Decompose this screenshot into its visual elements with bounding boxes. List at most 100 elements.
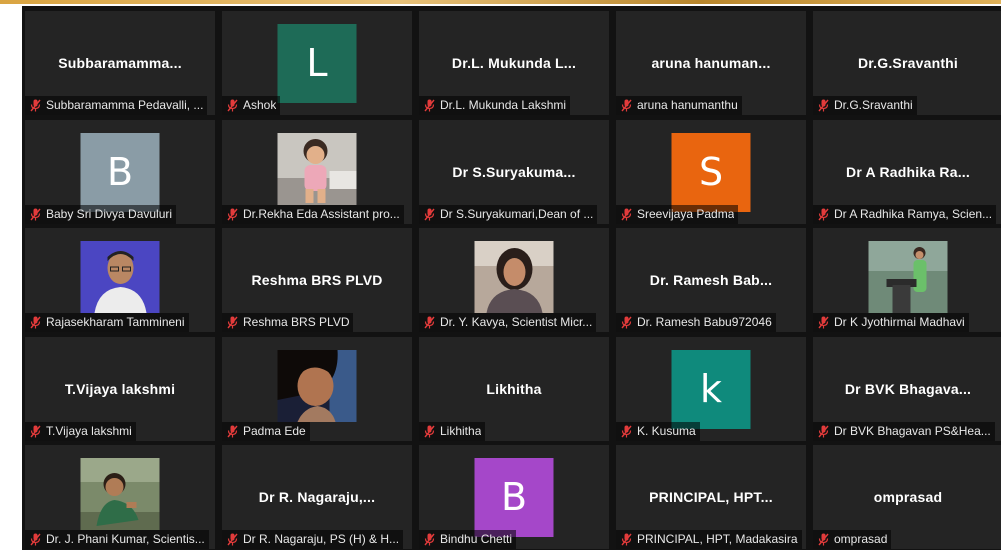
participant-tile[interactable]: Dr. Y. Kavya, Scientist Micr... bbox=[419, 228, 609, 332]
mic-muted-icon bbox=[818, 533, 829, 546]
participant-name-label: aruna hanumanthu bbox=[616, 96, 742, 115]
participant-tile[interactable]: Dr.Rekha Eda Assistant pro... bbox=[222, 119, 412, 224]
participant-name-label: Dr.L. Mukunda Lakshmi bbox=[419, 96, 571, 115]
participant-tile[interactable]: PRINCIPAL, HPT... PRINCIPAL, HPT, Madakas… bbox=[616, 445, 806, 549]
mic-muted-icon bbox=[621, 316, 632, 329]
participant-name-label: PRINCIPAL, HPT, Madakasira bbox=[616, 530, 802, 549]
participant-tile[interactable]: Dr A Radhika Ra... Dr A Radhika Ramya, Sc… bbox=[813, 119, 1001, 224]
participant-tile[interactable]: Dr. Ramesh Bab... Dr. Ramesh Babu972046 bbox=[616, 228, 806, 332]
participant-tile[interactable]: Dr K Jyothirmai Madhavi bbox=[813, 228, 1001, 332]
participant-label-text: Reshma BRS PLVD bbox=[243, 315, 350, 329]
participant-display-name: PRINCIPAL, HPT... bbox=[649, 489, 773, 505]
mic-muted-icon bbox=[227, 316, 238, 329]
participant-name-label: Subbaramamma Pedavalli, ... bbox=[25, 96, 208, 115]
participant-display-name: Dr A Radhika Ra... bbox=[846, 163, 970, 180]
avatar-initial: B bbox=[80, 132, 160, 212]
participant-display-name: aruna hanuman... bbox=[651, 55, 771, 71]
profile-photo bbox=[277, 132, 357, 205]
participant-display-name: Likhitha bbox=[486, 380, 542, 397]
participant-label-text: Dr BVK Bhagavan PS&Hea... bbox=[834, 423, 991, 438]
participant-tile[interactable]: Dr S.Suryakuma... Dr S.Suryakumari,Dean o… bbox=[419, 119, 609, 224]
mic-muted-icon bbox=[227, 208, 238, 221]
participant-label-text: Dr. Y. Kavya, Scientist Micr... bbox=[440, 315, 593, 329]
mic-muted-icon bbox=[818, 208, 829, 221]
profile-photo bbox=[474, 241, 554, 313]
participant-tile[interactable]: B Baby Sri Divya Davuluri bbox=[25, 119, 215, 224]
participant-name-label: Sreevijaya Padma bbox=[616, 204, 739, 224]
mic-muted-icon bbox=[30, 99, 41, 112]
participant-label-text: Dr. Ramesh Babu972046 bbox=[637, 315, 772, 329]
participant-label-text: Dr.L. Mukunda Lakshmi bbox=[440, 98, 567, 112]
participant-tile[interactable]: Dr.G.Sravanthi Dr.G.Sravanthi bbox=[813, 11, 1001, 115]
gallery-view: Subbaramamma... Subbaramamma Pedavalli, .… bbox=[22, 6, 1001, 550]
participant-tile[interactable]: k K. Kusuma bbox=[616, 336, 806, 441]
mic-muted-icon bbox=[621, 533, 632, 546]
participant-name-label: Dr R. Nagaraju, PS (H) & H... bbox=[222, 530, 404, 549]
participant-label-text: Dr. J. Phani Kumar, Scientis... bbox=[46, 532, 205, 546]
participant-display-name: Dr S.Suryakuma... bbox=[452, 163, 576, 180]
participant-name-label: Dr S.Suryakumari,Dean of ... bbox=[419, 204, 598, 224]
participant-label-text: Subbaramamma Pedavalli, ... bbox=[46, 98, 204, 112]
participant-tile[interactable]: Dr R. Nagaraju,... Dr R. Nagaraju, PS (H)… bbox=[222, 445, 412, 549]
participant-display-name: omprasad bbox=[873, 489, 943, 505]
mic-muted-icon bbox=[30, 425, 41, 438]
mic-muted-icon bbox=[818, 316, 829, 329]
participant-label-text: Baby Sri Divya Davuluri bbox=[46, 206, 173, 221]
participant-name-label: Ashok bbox=[222, 96, 281, 115]
window-top-strip bbox=[0, 0, 1001, 4]
participant-label-text: aruna hanumanthu bbox=[637, 98, 738, 112]
participant-label-text: T.Vijaya lakshmi bbox=[46, 423, 132, 438]
participant-name-label: Likhitha bbox=[419, 421, 486, 441]
mic-muted-icon bbox=[621, 425, 632, 438]
participant-tile[interactable]: T.Vijaya lakshmi T.Vijaya lakshmi bbox=[25, 336, 215, 441]
participant-name-label: Dr. Y. Kavya, Scientist Micr... bbox=[419, 313, 597, 332]
mic-muted-icon bbox=[818, 99, 829, 112]
participant-label-text: PRINCIPAL, HPT, Madakasira bbox=[637, 532, 798, 546]
participant-label-text: Dr.G.Sravanthi bbox=[834, 98, 913, 112]
participant-display-name: T.Vijaya lakshmi bbox=[64, 380, 176, 397]
participant-label-text: Dr S.Suryakumari,Dean of ... bbox=[440, 206, 594, 221]
participant-label-text: omprasad bbox=[834, 532, 888, 546]
participant-display-name: Dr.G.Sravanthi bbox=[857, 55, 959, 71]
participant-tile[interactable]: S Sreevijaya Padma bbox=[616, 119, 806, 224]
participant-tile[interactable]: L Ashok bbox=[222, 11, 412, 115]
participant-label-text: Dr K Jyothirmai Madhavi bbox=[834, 315, 965, 329]
profile-photo bbox=[277, 349, 357, 422]
participant-display-name: Dr R. Nagaraju,... bbox=[258, 489, 376, 505]
avatar-initial: B bbox=[474, 458, 554, 537]
participant-name-label: omprasad bbox=[813, 530, 892, 549]
participant-tile[interactable]: B Bindhu Chetti bbox=[419, 445, 609, 549]
avatar-initial: k bbox=[671, 349, 751, 429]
avatar-initial: S bbox=[671, 132, 751, 212]
participant-tile[interactable]: Likhitha Likhitha bbox=[419, 336, 609, 441]
participant-label-text: Dr R. Nagaraju, PS (H) & H... bbox=[243, 532, 400, 546]
mic-muted-icon bbox=[30, 208, 41, 221]
mic-muted-icon bbox=[621, 99, 632, 112]
profile-photo bbox=[80, 241, 160, 313]
participant-tile[interactable]: Reshma BRS PLVD Reshma BRS PLVD bbox=[222, 228, 412, 332]
participant-display-name: Dr.L. Mukunda L... bbox=[451, 55, 577, 71]
participant-label-text: Dr.Rekha Eda Assistant pro... bbox=[243, 206, 400, 221]
participant-tile[interactable]: Rajasekharam Tammineni bbox=[25, 228, 215, 332]
participant-tile[interactable]: aruna hanuman... aruna hanumanthu bbox=[616, 11, 806, 115]
mic-muted-icon bbox=[227, 99, 238, 112]
participant-tile[interactable]: Dr.L. Mukunda L... Dr.L. Mukunda Lakshmi bbox=[419, 11, 609, 115]
participant-tile[interactable]: Dr BVK Bhagava... Dr BVK Bhagavan PS&Hea.… bbox=[813, 336, 1001, 441]
participant-name-label: Dr.Rekha Eda Assistant pro... bbox=[222, 204, 404, 224]
participant-tile[interactable]: Subbaramamma... Subbaramamma Pedavalli, .… bbox=[25, 11, 215, 115]
participant-label-text: Sreevijaya Padma bbox=[637, 206, 735, 221]
participant-tile[interactable]: omprasad omprasad bbox=[813, 445, 1001, 549]
participant-name-label: Dr. Ramesh Babu972046 bbox=[616, 313, 776, 332]
participant-display-name: Dr. Ramesh Bab... bbox=[649, 272, 773, 288]
participant-tile[interactable]: Dr. J. Phani Kumar, Scientis... bbox=[25, 445, 215, 549]
participant-tile[interactable]: Padma Ede bbox=[222, 336, 412, 441]
mic-muted-icon bbox=[424, 99, 435, 112]
mic-muted-icon bbox=[227, 425, 238, 438]
participant-name-label: T.Vijaya lakshmi bbox=[25, 421, 136, 441]
participant-display-name: Reshma BRS PLVD bbox=[251, 272, 383, 288]
participant-label-text: Dr A Radhika Ramya, Scien... bbox=[834, 206, 993, 221]
mic-muted-icon bbox=[424, 533, 435, 546]
profile-photo bbox=[80, 458, 160, 530]
mic-muted-icon bbox=[818, 425, 829, 438]
participant-name-label: Dr A Radhika Ramya, Scien... bbox=[813, 204, 997, 224]
